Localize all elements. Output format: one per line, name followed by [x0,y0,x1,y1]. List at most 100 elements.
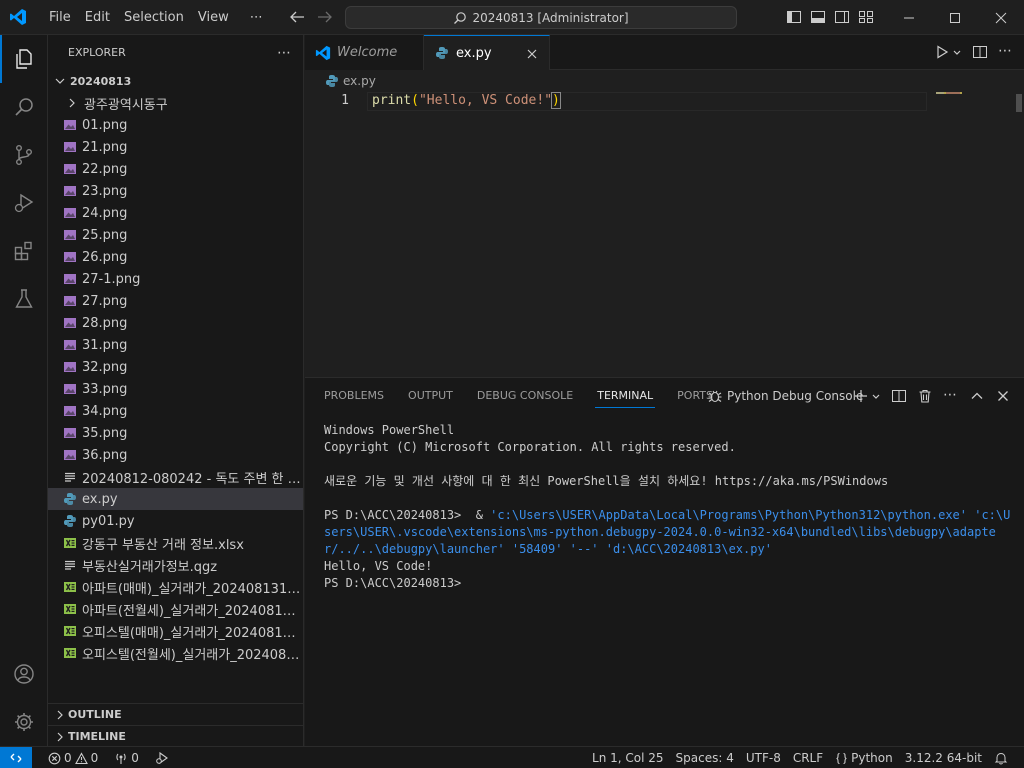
split-editor-icon[interactable] [972,44,988,60]
tree-file[interactable]: 31.png [48,334,303,356]
tab-output[interactable]: OUTPUT [396,378,465,413]
activity-extensions[interactable] [0,227,48,275]
customize-layout-icon[interactable] [858,9,874,25]
outline-label: OUTLINE [68,708,122,721]
activity-accounts[interactable] [0,650,48,698]
chevron-down-icon[interactable] [871,388,881,404]
python-interpreter[interactable]: 3.12.2 64-bit [899,751,988,765]
activity-explorer[interactable] [0,35,48,83]
trash-icon[interactable] [917,388,933,404]
code-line[interactable]: print("Hello, VS Code!") [372,92,561,109]
command-center[interactable]: 20240813 [Administrator] [345,6,737,29]
tree-file[interactable]: 22.png [48,158,303,180]
run-python-file-icon[interactable] [934,44,950,60]
activity-source-control[interactable] [0,131,48,179]
new-terminal-icon[interactable] [853,388,869,404]
forward-arrow-icon[interactable] [316,9,334,25]
code-editor[interactable]: 1 print("Hello, VS Code!") [305,92,1024,377]
more-actions-button[interactable]: ⋯ [943,388,959,404]
tree-file[interactable]: 20240812-080242 - 독도 주변 한 바... [48,466,303,488]
language-mode[interactable]: Python [829,751,899,765]
maximize-icon [950,12,960,23]
split-terminal-icon[interactable] [891,388,907,404]
bell-icon [994,752,1008,765]
tree-folder[interactable]: 광주광역시동구 [48,92,303,114]
menu-edit[interactable]: Edit [78,10,117,25]
tree-item-label: 아파트(매매)_실거래가_2024081311... [82,581,303,597]
cursor-position[interactable]: Ln 1, Col 25 [586,751,670,765]
close-window-button[interactable] [978,0,1024,35]
toggle-sidebar-icon[interactable] [786,9,802,25]
timeline-section[interactable]: TIMELINE [48,725,304,747]
close-tab-icon[interactable] [525,47,539,61]
menu-more[interactable]: ⋯ [236,10,270,25]
editor-scrollbar[interactable] [1016,94,1022,112]
close-panel-icon[interactable] [995,388,1011,404]
outline-section[interactable]: OUTLINE [48,703,304,725]
explorer-more-button[interactable]: ⋯ [277,45,291,61]
tree-file[interactable]: 23.png [48,180,303,202]
activity-search[interactable] [0,83,48,131]
tab-debug-console[interactable]: DEBUG CONSOLE [465,378,585,413]
back-arrow-icon[interactable] [288,9,306,25]
tree-item-label: 22.png [82,161,128,177]
terminal-selector[interactable]: Python Debug Console [707,378,863,413]
workspace-folder[interactable]: 20240813 [48,70,303,92]
tree-item-label: 26.png [82,249,128,265]
tree-file[interactable]: 오피스텔(전월세)_실거래가_2024081... [48,642,303,664]
menu-file[interactable]: File [42,10,78,25]
tab-problems[interactable]: PROBLEMS [305,378,396,413]
extensions-icon [14,241,32,261]
tree-item-icon [62,425,78,441]
breadcrumb-file[interactable]: ex.py [343,74,376,88]
tree-file[interactable]: 27-1.png [48,268,303,290]
chevron-down-icon[interactable] [952,44,962,60]
maximize-button[interactable] [932,0,978,35]
menu-selection[interactable]: Selection [117,10,191,25]
tree-file[interactable]: 36.png [48,444,303,466]
minimap[interactable] [936,92,1016,96]
toggle-panel-icon[interactable] [810,9,826,25]
tree-file[interactable]: 아파트(매매)_실거래가_2024081311... [48,576,303,598]
terminal-output[interactable]: Windows PowerShell Copyright (C) Microso… [324,422,1014,592]
tree-item-label: 27-1.png [82,271,141,287]
debug-status[interactable] [149,751,175,765]
tree-file[interactable]: 강동구 부동산 거래 정보.xlsx [48,532,303,554]
tree-file[interactable]: 부동산실거래가정보.qgz [48,554,303,576]
remote-indicator[interactable] [0,747,32,768]
tree-file[interactable]: 25.png [48,224,303,246]
problems-status[interactable]: 0 0 [42,751,104,765]
tree-file[interactable]: 35.png [48,422,303,444]
python-file-icon [436,47,448,59]
indentation[interactable]: Spaces: 4 [670,751,740,765]
line-ending[interactable]: CRLF [787,751,829,765]
encoding[interactable]: UTF-8 [740,751,787,765]
activity-run-debug[interactable] [0,179,48,227]
tree-file[interactable]: py01.py [48,510,303,532]
notifications-button[interactable] [988,751,1014,765]
toggle-secondary-sidebar-icon[interactable] [834,9,850,25]
tree-file[interactable]: 28.png [48,312,303,334]
activity-testing[interactable] [0,275,48,323]
tree-file[interactable]: 26.png [48,246,303,268]
tree-file[interactable]: 34.png [48,400,303,422]
tree-file[interactable]: 아파트(전월세)_실거래가_20240813... [48,598,303,620]
tree-file[interactable]: 27.png [48,290,303,312]
tree-file[interactable]: 01.png [48,114,303,136]
tab-ex-py[interactable]: ex.py [424,35,550,70]
more-actions-button[interactable]: ⋯ [998,44,1014,60]
tree-file[interactable]: ex.py [48,488,303,510]
tree-file[interactable]: 21.png [48,136,303,158]
tree-file[interactable]: 32.png [48,356,303,378]
minimize-button[interactable] [886,0,932,35]
activity-manage[interactable] [0,698,48,746]
tree-file[interactable]: 24.png [48,202,303,224]
tree-file[interactable]: 오피스텔(매매)_실거래가_20240813... [48,620,303,642]
tab-terminal[interactable]: TERMINAL [585,378,665,413]
menu-view[interactable]: View [191,10,236,25]
ports-status[interactable]: 0 [108,751,145,765]
command-center-label: 20240813 [Administrator] [472,10,629,25]
tab-welcome[interactable]: Welcome [305,35,424,70]
tree-file[interactable]: 33.png [48,378,303,400]
maximize-panel-icon[interactable] [969,388,985,404]
